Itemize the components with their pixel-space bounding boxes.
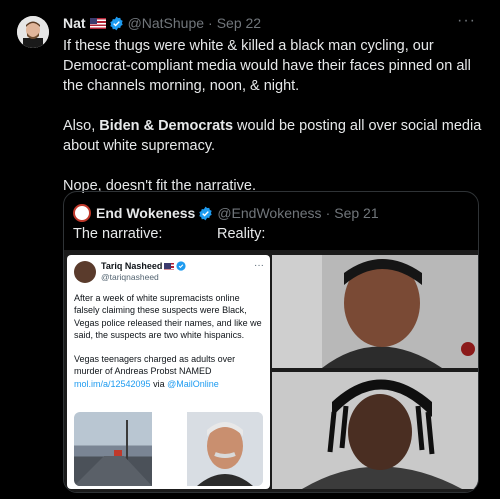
tweet-header: Nat @NatShupe · Sep 22	[63, 14, 480, 32]
quoted-tweet-text: The narrative: Reality:	[73, 226, 265, 242]
embedded-us-flag-icon	[164, 262, 175, 270]
embedded-road-photo	[74, 412, 152, 486]
quoted-author-avatar[interactable]	[73, 204, 91, 222]
paragraph-2-prefix: Also,	[63, 118, 100, 134]
reality-photos	[272, 255, 478, 489]
more-options-icon[interactable]: ···	[457, 12, 476, 30]
author-handle[interactable]: @NatShupe	[128, 15, 204, 31]
mugshot-photo-2	[272, 372, 478, 489]
embedded-tweet-screenshot: Tariq Nasheed @tariqnasheed ··· After a …	[67, 255, 270, 489]
embedded-author-avatar	[74, 261, 96, 283]
embedded-via-text: via	[150, 378, 168, 389]
embedded-mention-link: @MailOnline	[167, 378, 219, 389]
quoted-media-image[interactable]: Tariq Nasheed @tariqnasheed ··· After a …	[64, 250, 478, 492]
embedded-author-name-row: Tariq Nasheed	[101, 261, 186, 271]
tweet[interactable]: Nat @NatShupe · Sep 22 ··· If these thug…	[0, 0, 500, 499]
mugshot-photo-1	[272, 255, 478, 368]
embedded-paragraph-1: After a week of white supremacists onlin…	[74, 293, 262, 340]
quoted-author-handle[interactable]: @EndWokeness	[217, 205, 321, 221]
verified-badge-icon	[109, 16, 123, 30]
paragraph-2-bold: Biden & Democrats	[99, 118, 234, 134]
quoted-separator-dot: ·	[325, 205, 331, 221]
quoted-tweet-date[interactable]: Sep 21	[334, 205, 378, 221]
tweet-text: If these thugs were white & killed a bla…	[63, 36, 483, 216]
separator-dot: ·	[208, 15, 213, 31]
embedded-paragraph-2: Vegas teenagers charged as adults over m…	[74, 353, 266, 390]
embedded-tweet-text: After a week of white supremacists onlin…	[74, 292, 266, 402]
embedded-author-name: Tariq Nasheed	[101, 261, 163, 271]
label-narrative: The narrative:	[73, 226, 163, 242]
author-name[interactable]: Nat	[63, 15, 86, 31]
embedded-verified-badge-icon	[176, 261, 186, 271]
quoted-author-name[interactable]: End Wokeness	[96, 205, 195, 221]
us-flag-icon	[89, 17, 106, 29]
embedded-article-link: mol.im/a/12542095	[74, 378, 151, 389]
tweet-date[interactable]: Sep 22	[217, 15, 261, 31]
tweet-paragraph-2: Also, Biden & Democrats would be posting…	[63, 116, 483, 156]
tweet-paragraph-1: If these thugs were white & killed a bla…	[63, 38, 471, 94]
quoted-verified-badge-icon	[199, 206, 213, 220]
author-avatar[interactable]	[17, 16, 49, 48]
embedded-author-handle: @tariqnasheed	[101, 272, 159, 282]
quoted-tweet-header: End Wokeness @EndWokeness · Sep 21	[73, 204, 379, 222]
embedded-portrait-photo	[187, 412, 263, 486]
embedded-paragraph-2-text: Vegas teenagers charged as adults over m…	[74, 354, 236, 377]
label-reality: Reality:	[217, 226, 266, 242]
embedded-more-icon: ···	[254, 260, 264, 271]
quoted-tweet[interactable]: End Wokeness @EndWokeness · Sep 21 The n…	[63, 191, 479, 493]
